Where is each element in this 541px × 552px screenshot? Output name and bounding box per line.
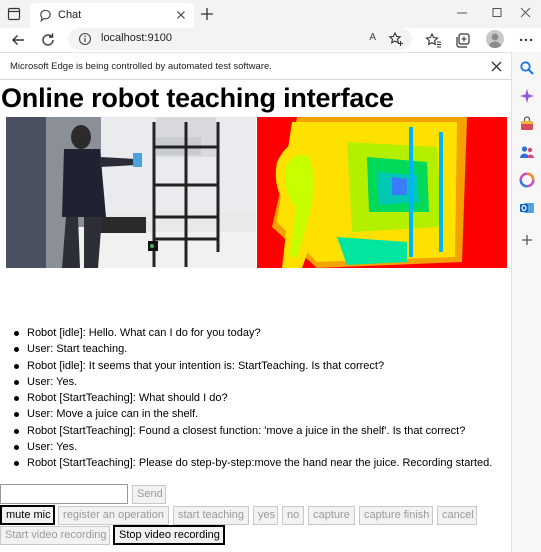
depth-camera-video xyxy=(257,117,507,268)
page-content: Online robot teaching interface Robot [i… xyxy=(0,80,511,552)
start-teaching-button[interactable]: start teaching xyxy=(173,506,249,525)
capture-finish-button[interactable]: capture finish xyxy=(359,506,433,525)
maximize-icon[interactable] xyxy=(487,4,507,22)
close-icon[interactable] xyxy=(490,60,503,73)
office-icon[interactable] xyxy=(519,172,535,188)
infobar-text: Microsoft Edge is being controlled by au… xyxy=(10,61,272,72)
more-icon[interactable] xyxy=(517,31,535,49)
copilot-sparkle-icon[interactable] xyxy=(519,88,535,104)
start-video-recording-button[interactable]: Start video recording xyxy=(0,526,110,545)
people-icon[interactable] xyxy=(519,144,535,160)
chat-message: User: Yes. xyxy=(8,439,508,455)
send-button[interactable]: Send xyxy=(132,485,166,504)
message-input[interactable] xyxy=(0,484,128,504)
no-button[interactable]: no xyxy=(282,506,304,525)
info-icon[interactable] xyxy=(78,32,92,46)
new-tab-icon[interactable] xyxy=(199,6,215,22)
refresh-icon[interactable] xyxy=(39,31,57,49)
page-title: Online robot teaching interface xyxy=(1,83,394,113)
chat-message: Robot [StartTeaching]: Found a closest f… xyxy=(8,423,508,439)
chat-message: User: Start teaching. xyxy=(8,341,508,357)
chat-message: User: Yes. xyxy=(8,374,508,390)
tab-actions-icon[interactable] xyxy=(6,6,22,22)
edge-sidebar xyxy=(511,52,541,552)
back-arrow-icon[interactable] xyxy=(9,31,27,49)
tab-title: Chat xyxy=(58,9,82,21)
favorites-icon[interactable] xyxy=(424,31,442,49)
search-icon[interactable] xyxy=(519,60,535,76)
mute-mic-button[interactable]: mute mic xyxy=(0,505,55,525)
capture-button[interactable]: capture xyxy=(308,506,355,525)
rgb-camera-video xyxy=(6,117,256,268)
cancel-button[interactable]: cancel xyxy=(437,506,477,525)
read-aloud-icon[interactable]: A xyxy=(369,32,376,43)
address-bar[interactable]: localhost:9100 A xyxy=(68,28,412,50)
url-text: localhost:9100 xyxy=(101,32,172,44)
add-icon[interactable] xyxy=(519,232,535,248)
browser-toolbar: localhost:9100 A xyxy=(0,28,541,52)
chat-message: User: Move a juice can in the shelf. xyxy=(8,406,508,422)
chat-bubble-icon xyxy=(40,9,51,23)
stop-video-recording-button[interactable]: Stop video recording xyxy=(113,525,225,545)
profile-avatar[interactable] xyxy=(486,30,504,48)
minimize-icon[interactable] xyxy=(452,4,472,22)
chat-log: Robot [idle]: Hello. What can I do for y… xyxy=(8,325,508,472)
close-tab-icon[interactable] xyxy=(174,8,188,22)
browser-titlebar: Chat xyxy=(0,0,541,28)
register-operation-button[interactable]: register an operation xyxy=(58,506,169,525)
chat-message: Robot [idle]: Hello. What can I do for y… xyxy=(8,325,508,341)
yes-button[interactable]: yes xyxy=(253,506,278,525)
automation-infobar: Microsoft Edge is being controlled by au… xyxy=(0,52,511,80)
browser-tab-chat[interactable]: Chat xyxy=(30,3,194,28)
outlook-icon[interactable] xyxy=(519,200,535,216)
star-plus-icon[interactable] xyxy=(388,31,404,47)
close-window-icon[interactable] xyxy=(516,4,536,22)
collections-icon[interactable] xyxy=(454,31,472,49)
chat-message: Robot [StartTeaching]: What should I do? xyxy=(8,390,508,406)
chat-message: Robot [idle]: It seems that your intenti… xyxy=(8,358,508,374)
shopping-bag-icon[interactable] xyxy=(519,116,535,132)
chat-message: Robot [StartTeaching]: Please do step-by… xyxy=(8,455,508,471)
